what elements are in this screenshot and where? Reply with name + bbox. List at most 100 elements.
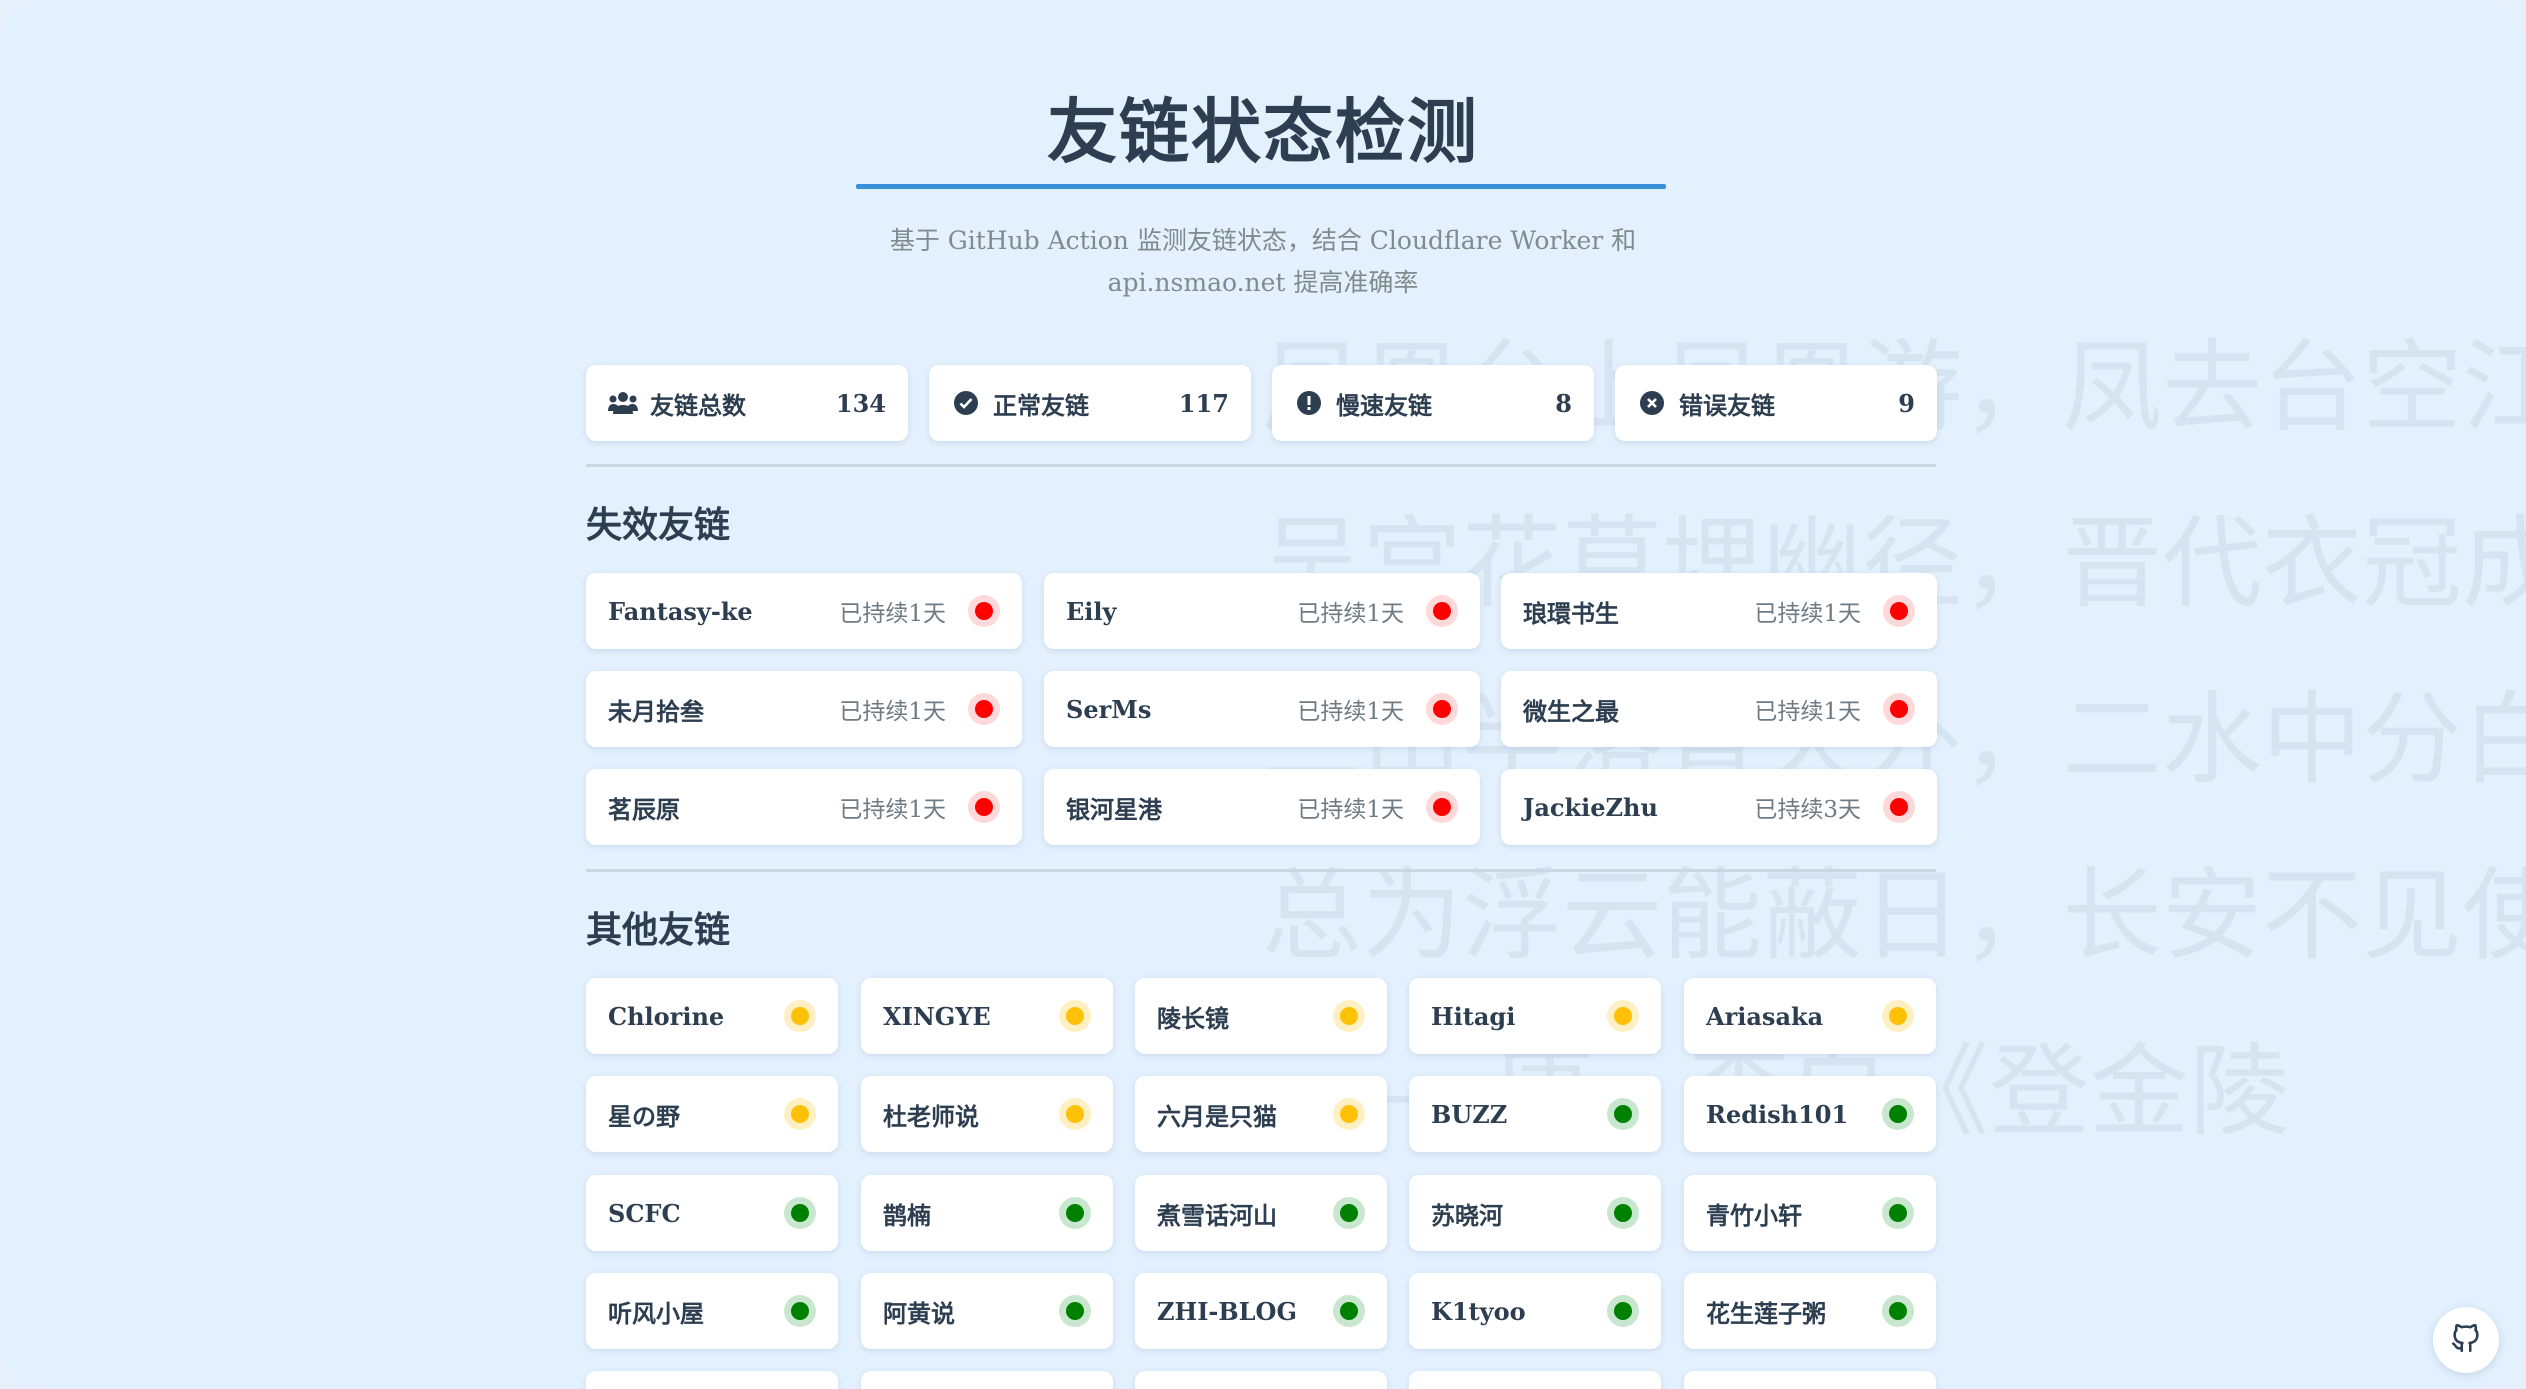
friend-link-card[interactable]: 陵长镜 [1135,978,1387,1054]
status-indicator-error [1883,595,1915,627]
failed-link-card[interactable]: Fantasy-ke 已持续1天 [586,573,1022,649]
status-indicator-ok [1882,1295,1914,1327]
friend-link-card[interactable]: 苏晓河 [1409,1175,1661,1251]
link-name: 听风小屋 [608,1298,704,1328]
page-title: 友链状态检测 [1047,90,1479,173]
stat-card-total: 友链总数 134 [586,365,908,441]
friend-link-card[interactable]: 鹊楠 [861,1175,1113,1251]
friend-link-card[interactable]: Hitagi [1409,978,1661,1054]
friend-link-card[interactable]: 青竹小轩 [1684,1175,1936,1251]
link-name: 杜老师说 [883,1101,979,1131]
friend-link-card[interactable]: 阿黄说 [861,1273,1113,1349]
friend-link-card[interactable] [1135,1371,1387,1389]
friend-link-card[interactable] [586,1371,838,1389]
failure-duration: 已持续1天 [839,797,946,823]
link-name: 未月拾叁 [608,696,704,726]
link-name: 银河星港 [1066,794,1162,824]
link-name: 苏晓河 [1431,1200,1503,1230]
status-indicator-ok [1607,1295,1639,1327]
status-indicator-error [1883,791,1915,823]
failed-link-card[interactable]: SerMs 已持续1天 [1044,671,1480,747]
link-name: 阿黄说 [883,1298,955,1328]
link-name: Ariasaka [1706,1001,1824,1031]
failure-duration: 已持续1天 [839,699,946,725]
link-name: Hitagi [1431,1001,1516,1031]
subtitle-line: api.nsmao.net 提高准确率 [1107,268,1419,297]
stat-label: 正常友链 [993,390,1089,420]
status-indicator-slow [1333,1098,1365,1130]
status-indicator-error [968,791,1000,823]
link-name: Fantasy-ke [608,596,753,626]
friend-link-card[interactable]: XINGYE [861,978,1113,1054]
friend-link-card[interactable] [1684,1371,1936,1389]
link-name: Chlorine [608,1001,725,1031]
failure-duration: 已持续3天 [1754,797,1861,823]
subtitle-line: 基于 GitHub Action 监测友链状态，结合 Cloudflare Wo… [889,226,1637,255]
friend-link-card[interactable]: 听风小屋 [586,1273,838,1349]
failed-link-card[interactable]: JackieZhu 已持续3天 [1501,769,1937,845]
failed-link-card[interactable]: 茗辰原 已持续1天 [586,769,1022,845]
failure-duration: 已持续1天 [1297,699,1404,725]
status-indicator-error [1426,693,1458,725]
status-indicator-slow [1059,1000,1091,1032]
failed-link-card[interactable]: 微生之最 已持续1天 [1501,671,1937,747]
friend-link-card[interactable] [1409,1371,1661,1389]
github-button[interactable] [2433,1307,2499,1373]
friend-link-card[interactable]: Ariasaka [1684,978,1936,1054]
status-indicator-slow [784,1000,816,1032]
stat-value: 117 [1178,388,1229,418]
link-name: 陵长镜 [1157,1003,1229,1033]
check-circle-icon [951,389,981,417]
status-indicator-slow [1882,1000,1914,1032]
failure-duration: 已持续1天 [1754,699,1861,725]
failed-link-card[interactable]: 琅環书生 已持续1天 [1501,573,1937,649]
friend-link-card[interactable]: 花生莲子粥 [1684,1273,1936,1349]
stat-label: 慢速友链 [1336,390,1432,420]
link-name: 微生之最 [1523,696,1619,726]
status-indicator-error [968,693,1000,725]
status-indicator-error [1426,595,1458,627]
status-indicator-slow [1607,1000,1639,1032]
x-circle-icon [1637,389,1667,417]
friend-link-card[interactable]: 星の野 [586,1076,838,1152]
status-indicator-ok [1059,1295,1091,1327]
status-indicator-error [1883,693,1915,725]
friend-link-card[interactable]: 六月是只猫 [1135,1076,1387,1152]
exclamation-circle-icon [1294,389,1324,417]
stat-value: 134 [835,388,886,418]
section-divider [586,869,1936,872]
status-indicator-ok [784,1197,816,1229]
link-name: Redish101 [1706,1099,1849,1129]
friend-link-card[interactable]: 杜老师说 [861,1076,1113,1152]
status-indicator-ok [1607,1098,1639,1130]
stat-label: 友链总数 [650,390,746,420]
failed-section-title: 失效友链 [586,504,731,546]
link-name: 茗辰原 [608,794,680,824]
status-indicator-ok [1882,1098,1914,1130]
friend-link-card[interactable]: SCFC [586,1175,838,1251]
stat-label: 错误友链 [1679,390,1775,420]
status-indicator-ok [1333,1197,1365,1229]
friend-link-card[interactable]: 煮雪话河山 [1135,1175,1387,1251]
status-indicator-ok [1882,1197,1914,1229]
section-divider [586,464,1936,467]
friend-link-card[interactable]: Chlorine [586,978,838,1054]
page-background: 凤凰台上凤凰游，凤去台空江 吴宫花草埋幽径，晋代衣冠成 三山半落青天外，二水中分… [0,0,2526,1389]
failed-link-card[interactable]: Eily 已持续1天 [1044,573,1480,649]
friend-link-card[interactable] [861,1371,1113,1389]
friend-link-card[interactable]: K1tyoo [1409,1273,1661,1349]
friend-link-card[interactable]: ZHI-BLOG [1135,1273,1387,1349]
status-indicator-ok [1607,1197,1639,1229]
stat-card-normal: 正常友链 117 [929,365,1251,441]
github-icon [2449,1321,2483,1359]
link-name: ZHI-BLOG [1157,1296,1297,1326]
friend-link-card[interactable]: BUZZ [1409,1076,1661,1152]
link-name: SCFC [608,1198,681,1228]
status-indicator-error [968,595,1000,627]
failed-link-card[interactable]: 未月拾叁 已持续1天 [586,671,1022,747]
friend-link-card[interactable]: Redish101 [1684,1076,1936,1152]
failed-link-card[interactable]: 银河星港 已持续1天 [1044,769,1480,845]
users-icon [608,389,638,417]
link-name: K1tyoo [1431,1296,1526,1326]
link-name: 鹊楠 [883,1200,931,1230]
